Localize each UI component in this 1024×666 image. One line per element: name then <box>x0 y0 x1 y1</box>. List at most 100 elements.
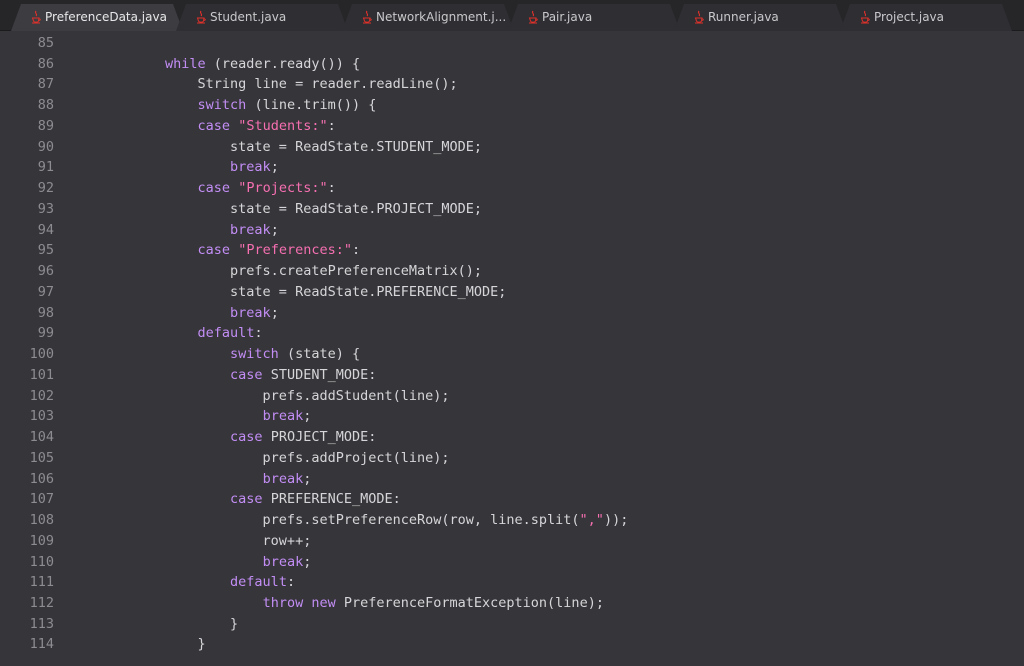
keyword-token: case <box>230 429 263 446</box>
code-token: (reader.ready()) { <box>205 55 361 72</box>
line-number: 110 <box>29 553 54 570</box>
code-token: (line.trim()) { <box>246 97 377 114</box>
tab-label: PreferenceData.java <box>45 10 167 24</box>
code-line: 113 } <box>0 614 1024 635</box>
tab-label: Runner.java <box>708 10 779 24</box>
code-line: 114 } <box>0 634 1024 655</box>
code-text: case PROJECT_MODE: <box>100 427 376 448</box>
tab-project-java[interactable]: Project.java <box>840 4 1012 31</box>
code-token: ; <box>270 304 279 321</box>
code-token: : <box>352 242 361 259</box>
code-text: state = ReadState.STUDENT_MODE; <box>100 137 482 158</box>
code-token: )); <box>603 512 629 529</box>
code-line: 85 <box>0 33 1024 54</box>
keyword-token: default <box>230 574 287 591</box>
string-token: "," <box>579 512 604 529</box>
code-text: state = ReadState.PROJECT_MODE; <box>100 199 482 220</box>
code-text: } <box>100 634 206 655</box>
tab-student-java[interactable]: Student.java <box>176 4 348 31</box>
keyword-token: break <box>262 553 304 570</box>
keyword-token: default <box>197 325 255 342</box>
tab-preferencedata-java[interactable]: PreferenceData.java <box>11 4 183 31</box>
keyword-token: switch <box>197 97 247 114</box>
line-number: 88 <box>37 97 54 114</box>
code-editor[interactable]: 85 86 while (reader.ready()) {87 String l… <box>0 31 1024 666</box>
code-text: case "Preferences:": <box>100 240 361 261</box>
code-text: prefs.addStudent(line); <box>100 386 450 407</box>
code-text: state = ReadState.PREFERENCE_MODE; <box>100 282 506 303</box>
code-line: 96 prefs.createPreferenceMatrix(); <box>0 261 1024 282</box>
tab-label: Project.java <box>874 10 945 24</box>
keyword-token: throw <box>262 594 304 611</box>
line-number: 106 <box>29 470 54 487</box>
line-number: 114 <box>29 636 54 653</box>
line-number: 105 <box>29 449 54 466</box>
code-token: PREFERENCE_MODE: <box>262 491 401 508</box>
code-text: break; <box>100 552 312 573</box>
code-text: prefs.createPreferenceMatrix(); <box>100 261 482 282</box>
code-token: PROJECT_MODE: <box>262 429 377 446</box>
line-number: 92 <box>37 180 54 197</box>
code-token: (state) { <box>278 346 361 363</box>
code-text: row++; <box>100 531 312 552</box>
code-token: : <box>327 180 336 197</box>
line-number: 85 <box>37 35 54 51</box>
code-text: switch (state) { <box>100 344 360 365</box>
line-number: 95 <box>37 242 54 259</box>
code-line: 110 break; <box>0 552 1024 573</box>
java-file-icon <box>362 10 372 24</box>
code-line: 105 prefs.addProject(line); <box>0 448 1024 469</box>
code-token: row++; <box>100 532 312 549</box>
code-line: 86 while (reader.ready()) { <box>0 54 1024 75</box>
line-number: 108 <box>29 512 54 529</box>
tab-pair-java[interactable]: Pair.java <box>508 4 680 31</box>
line-number: 89 <box>37 117 54 134</box>
code-text: break; <box>100 220 279 241</box>
code-text: prefs.addProject(line); <box>100 448 450 469</box>
code-token: : <box>254 325 263 342</box>
code-line: 103 break; <box>0 406 1024 427</box>
line-number: 100 <box>29 346 54 363</box>
code-token: ; <box>270 159 279 176</box>
code-line: 107 case PREFERENCE_MODE: <box>0 489 1024 510</box>
line-number: 104 <box>29 429 54 446</box>
line-number: 91 <box>37 159 54 176</box>
keyword-token: case <box>197 117 231 134</box>
tab-runner-java[interactable]: Runner.java <box>674 4 846 31</box>
code-token: } <box>100 615 239 632</box>
code-line: 109 row++; <box>0 531 1024 552</box>
code-line: 98 break; <box>0 303 1024 324</box>
line-number: 98 <box>37 304 54 321</box>
code-token: prefs.createPreferenceMatrix(); <box>100 263 483 280</box>
code-token: } <box>100 636 206 653</box>
keyword-token: case <box>230 366 263 383</box>
code-text: break; <box>100 303 279 324</box>
keyword-token: while <box>165 55 206 72</box>
code-line: 95 case "Preferences:": <box>0 240 1024 261</box>
code-text: prefs.setPreferenceRow(row, line.split("… <box>100 510 629 531</box>
code-line: 94 break; <box>0 220 1024 241</box>
code-token: state = ReadState.PREFERENCE_MODE; <box>100 283 507 300</box>
line-number: 109 <box>29 532 54 549</box>
line-number: 101 <box>29 366 54 383</box>
java-file-icon <box>694 10 704 24</box>
keyword-token: break <box>230 221 271 238</box>
keyword-token: switch <box>230 346 279 363</box>
code-line: 102 prefs.addStudent(line); <box>0 386 1024 407</box>
code-line: 88 switch (line.trim()) { <box>0 95 1024 116</box>
code-token: ; <box>270 221 279 238</box>
code-line: 112 throw new PreferenceFormatException(… <box>0 593 1024 614</box>
tab-label: Student.java <box>210 10 287 24</box>
string-token: "Projects:" <box>238 180 328 197</box>
keyword-token: case <box>197 242 231 259</box>
tab-networkalignment-j[interactable]: NetworkAlignment.j... <box>342 4 514 31</box>
